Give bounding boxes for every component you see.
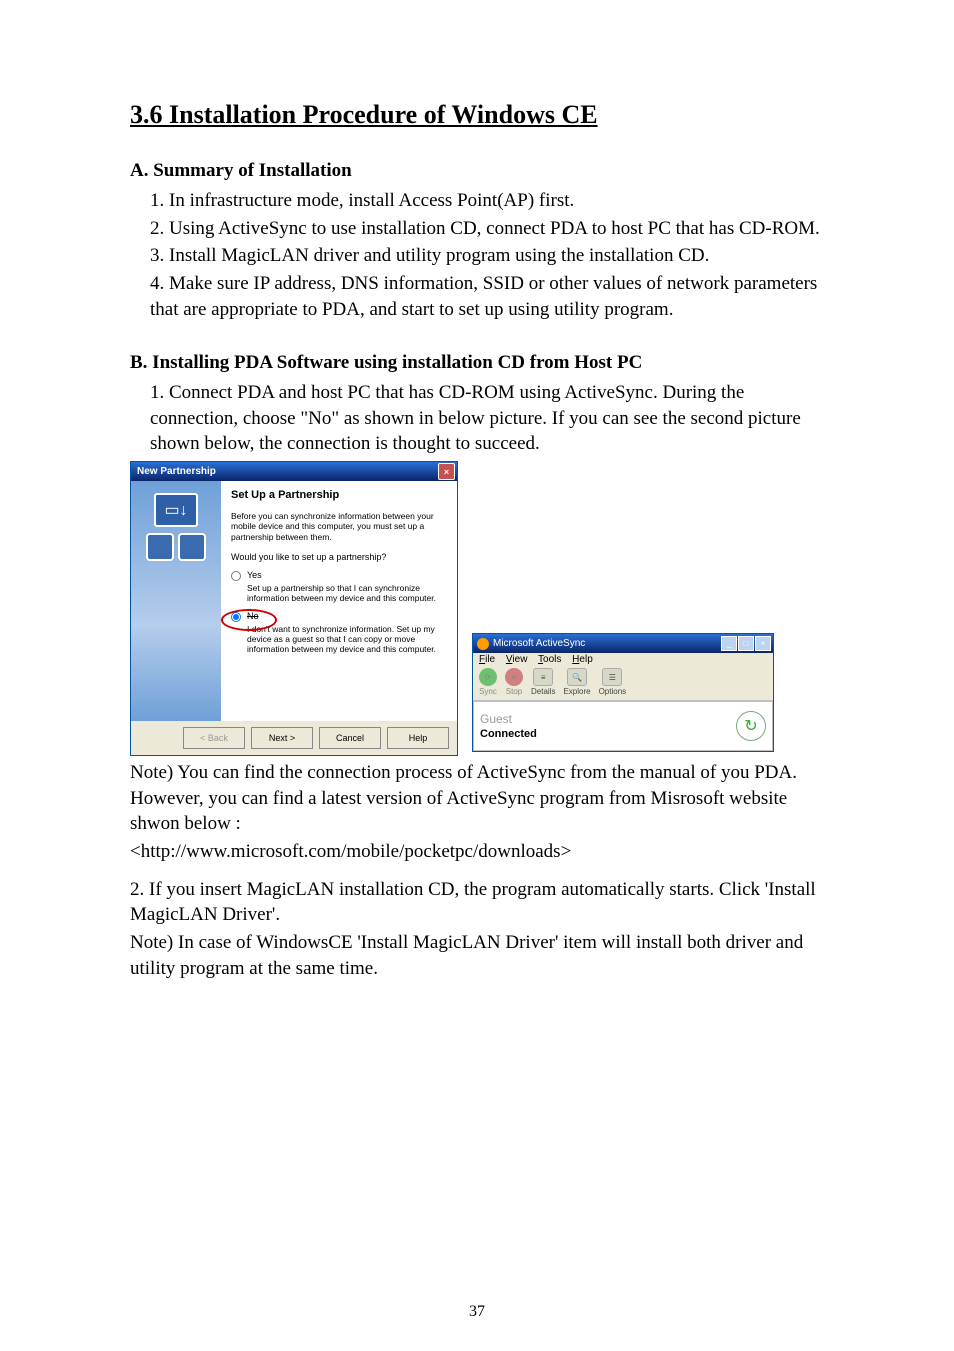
- document-page: 3.6 Installation Procedure of Windows CE…: [0, 0, 954, 1351]
- sync-icon: ⟳: [479, 668, 497, 686]
- toolbar-details-label: Details: [531, 687, 555, 696]
- details-icon: ≡: [533, 668, 553, 686]
- section-b-url: <http://www.microsoft.com/mobile/pocketp…: [130, 839, 824, 865]
- section-a-line: 4. Make sure IP address, DNS information…: [150, 271, 824, 322]
- toolbar-options-label: Options: [599, 687, 627, 696]
- close-icon[interactable]: ×: [438, 463, 455, 480]
- screenshots-row: New Partnership × ▭↓ Set Up a Partnershi…: [130, 461, 824, 756]
- options-icon: ☰: [602, 668, 622, 686]
- toolbar-explore[interactable]: 🔍 Explore: [563, 668, 590, 696]
- section-b-step2: 2. If you insert MagicLAN installation C…: [130, 877, 824, 928]
- activesync-menu: File View Tools Help: [473, 653, 773, 666]
- toolbar-stop[interactable]: ✕ Stop: [505, 668, 523, 696]
- option-yes-desc: Set up a partnership so that I can synch…: [247, 583, 447, 603]
- activesync-titlebar: Microsoft ActiveSync _ □ ×: [473, 634, 773, 653]
- menu-view[interactable]: View: [506, 654, 528, 665]
- arrow-icon: [146, 533, 174, 561]
- activesync-toolbar: ⟳ Sync ✕ Stop ≡ Details 🔍 Explore ☰ O: [473, 666, 773, 701]
- cancel-button[interactable]: Cancel: [319, 727, 381, 749]
- device-icon: ▭↓: [154, 493, 198, 527]
- page-title: 3.6 Installation Procedure of Windows CE: [130, 100, 824, 130]
- section-a-heading: A. Summary of Installation: [130, 160, 824, 182]
- dialog-buttons: < Back Next > Cancel Help: [131, 721, 457, 755]
- option-no[interactable]: No: [231, 611, 447, 622]
- page-number: 37: [0, 1303, 954, 1321]
- connected-icon: ↻: [736, 711, 766, 741]
- maximize-icon[interactable]: □: [738, 636, 754, 651]
- back-button: < Back: [183, 727, 245, 749]
- menu-tools[interactable]: Tools: [538, 654, 561, 665]
- section-b-step1: 1. Connect PDA and host PC that has CD-R…: [150, 380, 824, 457]
- dialog-titlebar: New Partnership ×: [131, 462, 457, 481]
- toolbar-details[interactable]: ≡ Details: [531, 668, 555, 696]
- option-no-desc: I don't want to synchronize information.…: [247, 624, 447, 654]
- dialog-intro: Before you can synchronize information b…: [231, 511, 447, 542]
- dialog-title: New Partnership: [137, 466, 216, 477]
- toolbar-sync-label: Sync: [479, 687, 497, 696]
- activesync-status: Guest Connected ↻: [473, 701, 773, 751]
- radio-no[interactable]: [231, 612, 241, 622]
- toolbar-stop-label: Stop: [506, 687, 522, 696]
- section-b-heading: B. Installing PDA Software using install…: [130, 352, 824, 374]
- dialog-question: Would you like to set up a partnership?: [231, 552, 447, 562]
- new-partnership-dialog: New Partnership × ▭↓ Set Up a Partnershi…: [130, 461, 458, 756]
- menu-help[interactable]: Help: [572, 654, 593, 665]
- activesync-window: Microsoft ActiveSync _ □ × File View Too…: [472, 633, 774, 752]
- section-a-line: 1. In infrastructure mode, install Acces…: [150, 188, 824, 214]
- section-a-line: 2. Using ActiveSync to use installation …: [150, 216, 824, 242]
- toolbar-explore-label: Explore: [563, 687, 590, 696]
- option-yes[interactable]: Yes: [231, 570, 447, 581]
- section-a-line: 3. Install MagicLAN driver and utility p…: [150, 243, 824, 269]
- close-icon[interactable]: ×: [755, 636, 771, 651]
- toolbar-options[interactable]: ☰ Options: [599, 668, 627, 696]
- option-no-label: No: [247, 611, 259, 621]
- help-button[interactable]: Help: [387, 727, 449, 749]
- next-button[interactable]: Next >: [251, 727, 313, 749]
- minimize-icon[interactable]: _: [721, 636, 737, 651]
- toolbar-sync[interactable]: ⟳ Sync: [479, 668, 497, 696]
- radio-yes[interactable]: [231, 571, 241, 581]
- activesync-icon: [477, 638, 489, 650]
- menu-file[interactable]: File: [479, 654, 495, 665]
- explore-icon: 🔍: [567, 668, 587, 686]
- dialog-sidebar-art: ▭↓: [131, 481, 221, 721]
- dialog-heading: Set Up a Partnership: [231, 489, 447, 501]
- status-connected: Connected: [480, 728, 537, 740]
- status-guest: Guest: [480, 712, 537, 726]
- option-yes-label: Yes: [247, 570, 262, 580]
- pda-icon: [178, 533, 206, 561]
- stop-icon: ✕: [505, 668, 523, 686]
- activesync-title: Microsoft ActiveSync: [493, 638, 585, 649]
- section-b-note2: Note) In case of WindowsCE 'Install Magi…: [130, 930, 824, 981]
- section-b-note1: Note) You can find the connection proces…: [130, 760, 824, 837]
